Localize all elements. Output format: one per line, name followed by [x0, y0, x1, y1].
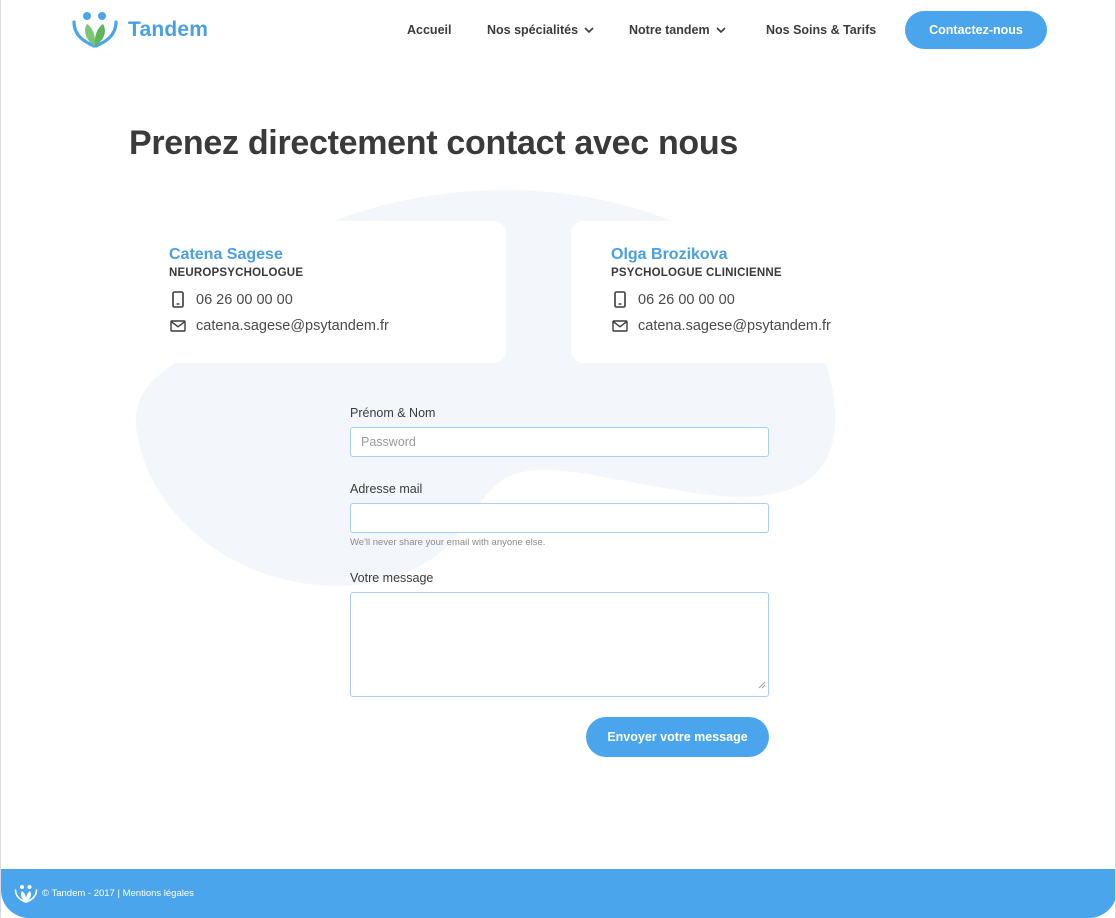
chevron-down-icon	[716, 26, 726, 34]
nav-item-soins-tarifs[interactable]: Nos Soins & Tarifs	[766, 23, 876, 37]
footer-text: © Tandem - 2017 | Mentions légales	[42, 888, 194, 899]
message-field-label: Votre message	[350, 571, 434, 585]
nav-item-label: Nos Soins & Tarifs	[766, 23, 877, 37]
contact-us-button[interactable]: Contactez-nous	[905, 11, 1047, 49]
contact-phone-text: 06 26 00 00 00	[196, 291, 293, 308]
page: Tandem Accueil Nos spécialités Notre tan…	[0, 0, 1116, 918]
nav-item-notre-tandem[interactable]: Notre tandem	[629, 23, 726, 37]
contact-card: Olga Brozikova PSYCHOLOGUE CLINICIENNE 0…	[571, 221, 948, 363]
send-message-button[interactable]: Envoyer votre message	[586, 717, 769, 757]
nav-item-specialites[interactable]: Nos spécialités	[487, 23, 594, 37]
page-title: Prenez directement contact avec nous	[129, 124, 738, 162]
contact-email-text: catena.sagese@psytandem.fr	[196, 318, 389, 334]
envelope-icon	[169, 320, 186, 332]
contact-email[interactable]: catena.sagese@psytandem.fr	[169, 318, 506, 334]
name-field[interactable]	[350, 427, 769, 457]
nav-item-label: Nos spécialités	[487, 23, 579, 37]
legal-notice-link[interactable]: Mentions légales	[123, 888, 194, 899]
envelope-icon	[611, 320, 628, 332]
mobile-phone-icon	[611, 291, 628, 308]
message-field-wrapper	[350, 592, 769, 697]
nav-item-label: Accueil	[407, 23, 452, 37]
nav-item-label: Notre tandem	[629, 23, 710, 37]
message-field[interactable]	[350, 592, 769, 697]
contact-email[interactable]: catena.sagese@psytandem.fr	[611, 318, 948, 334]
resize-handle-icon[interactable]	[758, 676, 766, 694]
site-footer: © Tandem - 2017 | Mentions légales	[1, 869, 1115, 918]
contact-email-text: catena.sagese@psytandem.fr	[638, 318, 831, 334]
chevron-down-icon	[584, 26, 594, 34]
nav-item-accueil[interactable]: Accueil	[407, 23, 451, 37]
contact-name: Olga Brozikova	[611, 246, 728, 263]
contact-phone[interactable]: 06 26 00 00 00	[611, 291, 948, 308]
name-field-label: Prénom & Nom	[350, 406, 436, 420]
site-header: Tandem Accueil Nos spécialités Notre tan…	[1, 0, 1115, 60]
email-field-label: Adresse mail	[350, 482, 423, 496]
contact-role: PSYCHOLOGUE CLINICIENNE	[611, 267, 782, 279]
tandem-logo-icon	[72, 12, 118, 48]
contact-phone[interactable]: 06 26 00 00 00	[169, 291, 506, 308]
brand-name: Tandem	[128, 18, 209, 41]
contact-name: Catena Sagese	[169, 246, 283, 263]
contact-card: Catena Sagese NEUROPSYCHOLOGUE 06 26 00 …	[129, 221, 506, 363]
contact-form: Prénom & Nom Adresse mail We'll never sh…	[350, 406, 769, 697]
email-help-text: We'll never share your email with anyone…	[350, 537, 546, 548]
contact-role: NEUROPSYCHOLOGUE	[169, 267, 304, 279]
email-field[interactable]	[350, 503, 769, 533]
mobile-phone-icon	[169, 291, 186, 308]
tandem-logo-icon	[14, 884, 38, 903]
brand-logo[interactable]: Tandem	[71, 10, 208, 50]
contact-phone-text: 06 26 00 00 00	[638, 291, 735, 308]
footer-copyright: © Tandem - 2017 |	[42, 888, 123, 899]
